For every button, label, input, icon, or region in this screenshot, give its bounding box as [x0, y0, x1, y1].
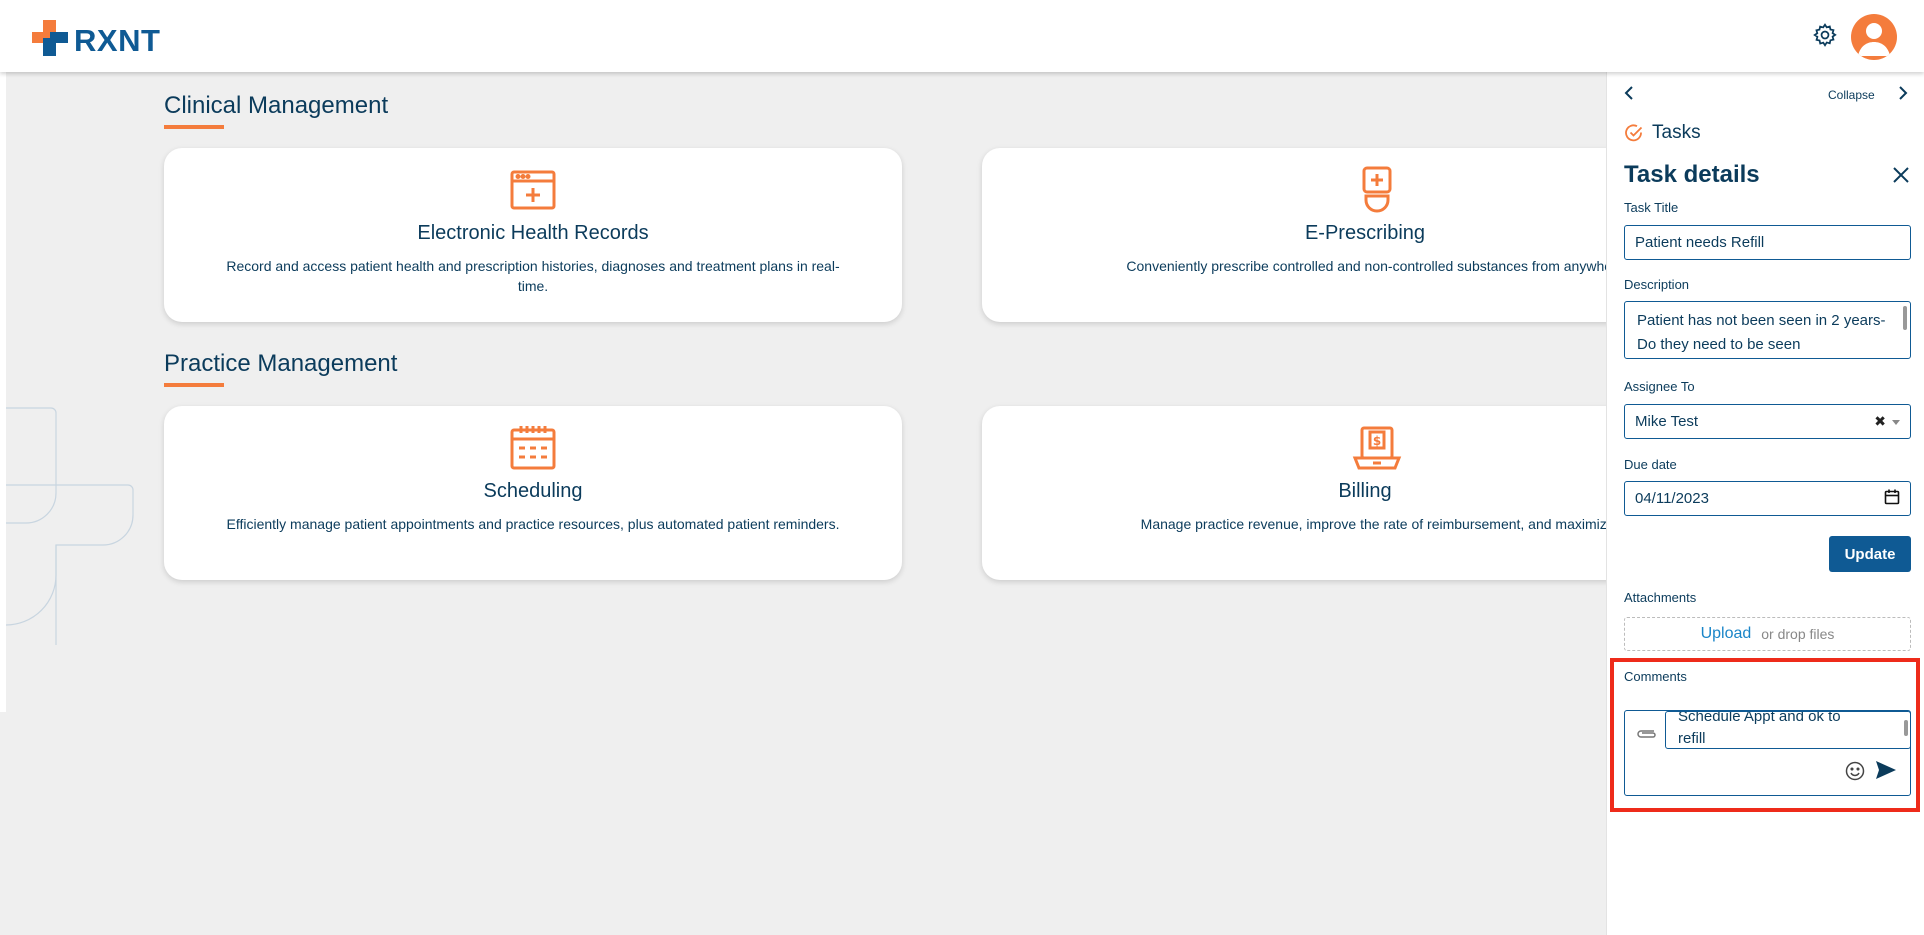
gear-icon[interactable]	[1812, 22, 1838, 48]
task-title-label: Task Title	[1624, 200, 1679, 215]
card-electronic-health-records[interactable]: Electronic Health Records Record and acc…	[164, 148, 902, 322]
description-label: Description	[1624, 277, 1690, 292]
drop-files-text: or drop files	[1761, 626, 1835, 642]
tasks-label: Tasks	[1652, 122, 1701, 143]
rxnt-logo[interactable]: RXNT	[30, 18, 160, 58]
due-date-value: 04/11/2023	[1635, 490, 1709, 507]
attachments-label: Attachments	[1624, 590, 1697, 605]
assignee-label: Assignee To	[1624, 379, 1695, 394]
billing-laptop-icon: $	[1351, 424, 1403, 472]
collapse-link[interactable]: Collapse	[1828, 88, 1875, 102]
task-details-heading: Task details	[1624, 161, 1760, 188]
task-title-input[interactable]: Patient needs Refill	[1624, 225, 1911, 260]
chevron-right-icon[interactable]	[1897, 84, 1909, 105]
section-title-clinical: Clinical Management	[164, 92, 389, 119]
textarea-scrollbar[interactable]	[1903, 306, 1907, 330]
calendar-picker-icon[interactable]	[1884, 489, 1900, 509]
card-scheduling[interactable]: Scheduling Efficiently manage patient ap…	[164, 406, 902, 580]
prescription-bottle-icon	[1351, 166, 1403, 214]
assignee-select[interactable]: Mike Test ✖	[1624, 404, 1911, 439]
upload-link[interactable]: Upload	[1701, 625, 1752, 643]
description-textarea[interactable]: Patient has not been seen in 2 years- Do…	[1624, 301, 1911, 359]
attachment-dropzone[interactable]: Upload or drop files	[1624, 617, 1911, 651]
clear-selection-icon[interactable]: ✖	[1874, 413, 1886, 430]
chevron-left-icon[interactable]	[1623, 84, 1635, 105]
assignee-value: Mike Test	[1635, 413, 1699, 430]
card-description: Record and access patient health and pre…	[226, 258, 840, 294]
logo-cross-icon	[30, 18, 70, 58]
logo-text: RXNT	[74, 23, 161, 58]
due-date-label: Due date	[1624, 457, 1677, 472]
task-title-value: Patient needs Refill	[1635, 234, 1765, 251]
update-button[interactable]: Update	[1829, 536, 1911, 572]
calendar-icon	[507, 424, 559, 472]
card-title: Electronic Health Records	[417, 222, 649, 244]
card-title: Scheduling	[483, 480, 583, 502]
section-title-practice: Practice Management	[164, 350, 398, 377]
background-cross-decoration	[5, 407, 134, 645]
card-description: Efficiently manage patient appointments …	[226, 516, 840, 532]
top-header: RXNT	[0, 0, 1924, 72]
user-avatar-icon[interactable]	[1851, 14, 1897, 60]
ehr-browser-icon	[507, 166, 559, 214]
svg-text:$: $	[1373, 434, 1381, 448]
comments-highlight-box	[1610, 658, 1920, 812]
section-underline	[164, 383, 224, 387]
section-underline	[164, 125, 224, 129]
description-value: Patient has not been seen in 2 years- Do…	[1637, 312, 1886, 353]
check-circle-icon	[1624, 123, 1644, 148]
close-icon[interactable]	[1892, 164, 1910, 190]
due-date-input[interactable]: 04/11/2023	[1624, 481, 1911, 516]
chevron-down-icon[interactable]	[1892, 413, 1900, 430]
